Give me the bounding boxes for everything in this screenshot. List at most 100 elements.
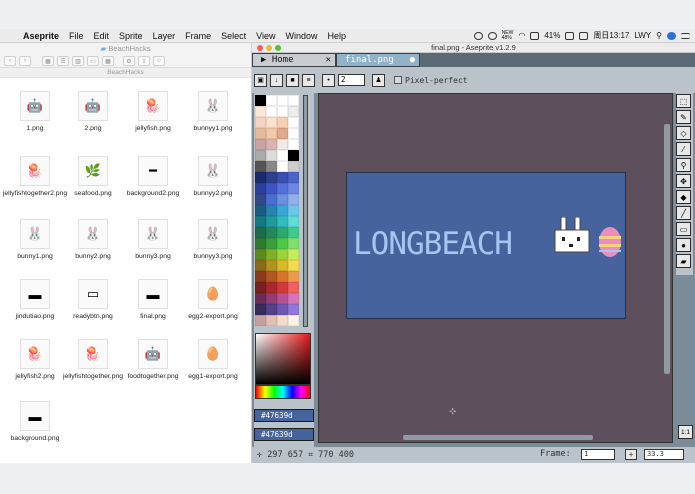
- palette-swatch[interactable]: [255, 216, 266, 227]
- line-tool-icon[interactable]: ╱: [676, 206, 691, 220]
- battery-icon[interactable]: [565, 31, 575, 40]
- palette-swatch[interactable]: [277, 271, 288, 282]
- pixel-perfect-checkbox[interactable]: [394, 76, 402, 84]
- palette-swatch[interactable]: [266, 304, 277, 315]
- list-view-button[interactable]: ☰: [57, 56, 69, 66]
- zoom-input[interactable]: 33.3: [644, 449, 684, 460]
- palette-swatch[interactable]: [266, 95, 277, 106]
- palette-swatch[interactable]: [277, 139, 288, 150]
- menu-sprite[interactable]: Sprite: [114, 31, 148, 41]
- forward-button[interactable]: ›: [19, 56, 31, 66]
- palette-scrollbar[interactable]: [303, 95, 308, 327]
- move-tool-icon[interactable]: ✥: [676, 174, 691, 188]
- palette-swatch[interactable]: [255, 150, 266, 161]
- menu-edit[interactable]: Edit: [89, 31, 115, 41]
- palette-swatch[interactable]: [277, 117, 288, 128]
- palette-swatch[interactable]: [288, 227, 299, 238]
- palette-swatch[interactable]: [266, 106, 277, 117]
- fill-tool-icon[interactable]: ◆: [676, 190, 691, 204]
- file-item[interactable]: 🥚 egg2-export.png: [178, 279, 248, 321]
- palette-swatch[interactable]: [277, 150, 288, 161]
- palette-swatch[interactable]: [288, 304, 299, 315]
- palette-swatch[interactable]: [288, 194, 299, 205]
- eyedropper-tool-icon[interactable]: ⁄: [676, 142, 691, 156]
- palette-swatch[interactable]: [266, 128, 277, 139]
- palette-swatch[interactable]: [266, 216, 277, 227]
- palette-swatch[interactable]: [277, 227, 288, 238]
- file-item[interactable]: 🐰 bunnyy3.png: [178, 219, 248, 261]
- palette-swatch[interactable]: [288, 205, 299, 216]
- marquee-tool-icon[interactable]: ⬚: [676, 94, 691, 108]
- menu-help[interactable]: Help: [322, 31, 351, 41]
- contour-tool-icon[interactable]: ●: [676, 238, 691, 252]
- pencil-tool-icon[interactable]: ✎: [676, 110, 691, 124]
- palette-swatch[interactable]: [255, 260, 266, 271]
- hue-slider[interactable]: [255, 385, 311, 399]
- palette-swatch[interactable]: [288, 128, 299, 139]
- palette-swatch[interactable]: [266, 183, 277, 194]
- palette-swatch[interactable]: [266, 282, 277, 293]
- tab-final-png[interactable]: final.png ●: [336, 53, 420, 67]
- palette-swatch[interactable]: [277, 304, 288, 315]
- pixel-perfect-toggle[interactable]: Pixel-perfect: [394, 76, 468, 85]
- palette-swatch[interactable]: [255, 304, 266, 315]
- file-item[interactable]: 🥚 egg1-export.png: [178, 339, 248, 381]
- palette-swatch[interactable]: [266, 238, 277, 249]
- modified-dot-icon[interactable]: ●: [410, 55, 415, 65]
- palette-swatch[interactable]: [266, 139, 277, 150]
- palette-swatch[interactable]: [288, 216, 299, 227]
- palette-swatch[interactable]: [277, 128, 288, 139]
- palette-swatch[interactable]: [266, 249, 277, 260]
- palette-swatch[interactable]: [288, 150, 299, 161]
- palette-swatch[interactable]: [288, 95, 299, 106]
- palette-swatch[interactable]: [288, 282, 299, 293]
- display-icon[interactable]: [530, 31, 540, 40]
- spotlight-search-icon[interactable]: ⚲: [656, 31, 662, 40]
- palette-swatch[interactable]: [266, 260, 277, 271]
- palette-swatch[interactable]: [288, 161, 299, 172]
- palette-swatch[interactable]: [255, 95, 266, 106]
- palette-swatch[interactable]: [288, 106, 299, 117]
- palette-swatch[interactable]: [266, 315, 277, 326]
- palette-swatch[interactable]: [288, 260, 299, 271]
- palette-swatch[interactable]: [255, 183, 266, 194]
- palette-swatch[interactable]: [277, 282, 288, 293]
- siri-icon[interactable]: [667, 31, 676, 40]
- blur-tool-icon[interactable]: ▰: [676, 254, 691, 268]
- ink-type-icon[interactable]: ♟: [372, 73, 385, 87]
- lock-alpha-icon[interactable]: ▣: [254, 73, 267, 87]
- color-picker-area[interactable]: [255, 333, 311, 385]
- palette-swatch[interactable]: [277, 161, 288, 172]
- user-name[interactable]: LWY: [634, 31, 651, 40]
- file-item[interactable]: 🐰 bunnyy2.png: [178, 156, 248, 198]
- palette-swatch[interactable]: [255, 293, 266, 304]
- palette-swatch[interactable]: [288, 139, 299, 150]
- palette-swatch[interactable]: [277, 194, 288, 205]
- palette-swatch[interactable]: [277, 293, 288, 304]
- input-method-icon[interactable]: [579, 31, 589, 40]
- palette-swatch[interactable]: [266, 172, 277, 183]
- palette-swatch[interactable]: [266, 117, 277, 128]
- palette-swatch[interactable]: [266, 227, 277, 238]
- foreground-color-swatch[interactable]: #47639d: [254, 409, 314, 422]
- brush-size-input[interactable]: 2: [338, 74, 365, 86]
- palette-swatch[interactable]: [255, 249, 266, 260]
- menu-view[interactable]: View: [251, 31, 280, 41]
- icon-view-button[interactable]: ▦: [42, 56, 54, 66]
- palette-swatch[interactable]: [277, 183, 288, 194]
- menu-app-name[interactable]: Aseprite: [18, 31, 64, 41]
- palette-swatch[interactable]: [255, 194, 266, 205]
- palette-swatch[interactable]: [288, 293, 299, 304]
- sprite-canvas[interactable]: LONGBEACH: [346, 172, 626, 319]
- palette-swatch[interactable]: [288, 183, 299, 194]
- palette-swatch[interactable]: [255, 227, 266, 238]
- menu-window[interactable]: Window: [280, 31, 322, 41]
- down-arrow-icon[interactable]: ↓: [270, 73, 283, 87]
- gallery-view-button[interactable]: ▭: [87, 56, 99, 66]
- datetime[interactable]: 周日13:17: [593, 30, 629, 41]
- notification-center-icon[interactable]: [681, 32, 690, 39]
- palette-swatch[interactable]: [288, 117, 299, 128]
- wifi-icon[interactable]: ◠: [518, 31, 525, 40]
- back-button[interactable]: ‹: [4, 56, 16, 66]
- background-color-swatch[interactable]: #47639d: [254, 428, 314, 441]
